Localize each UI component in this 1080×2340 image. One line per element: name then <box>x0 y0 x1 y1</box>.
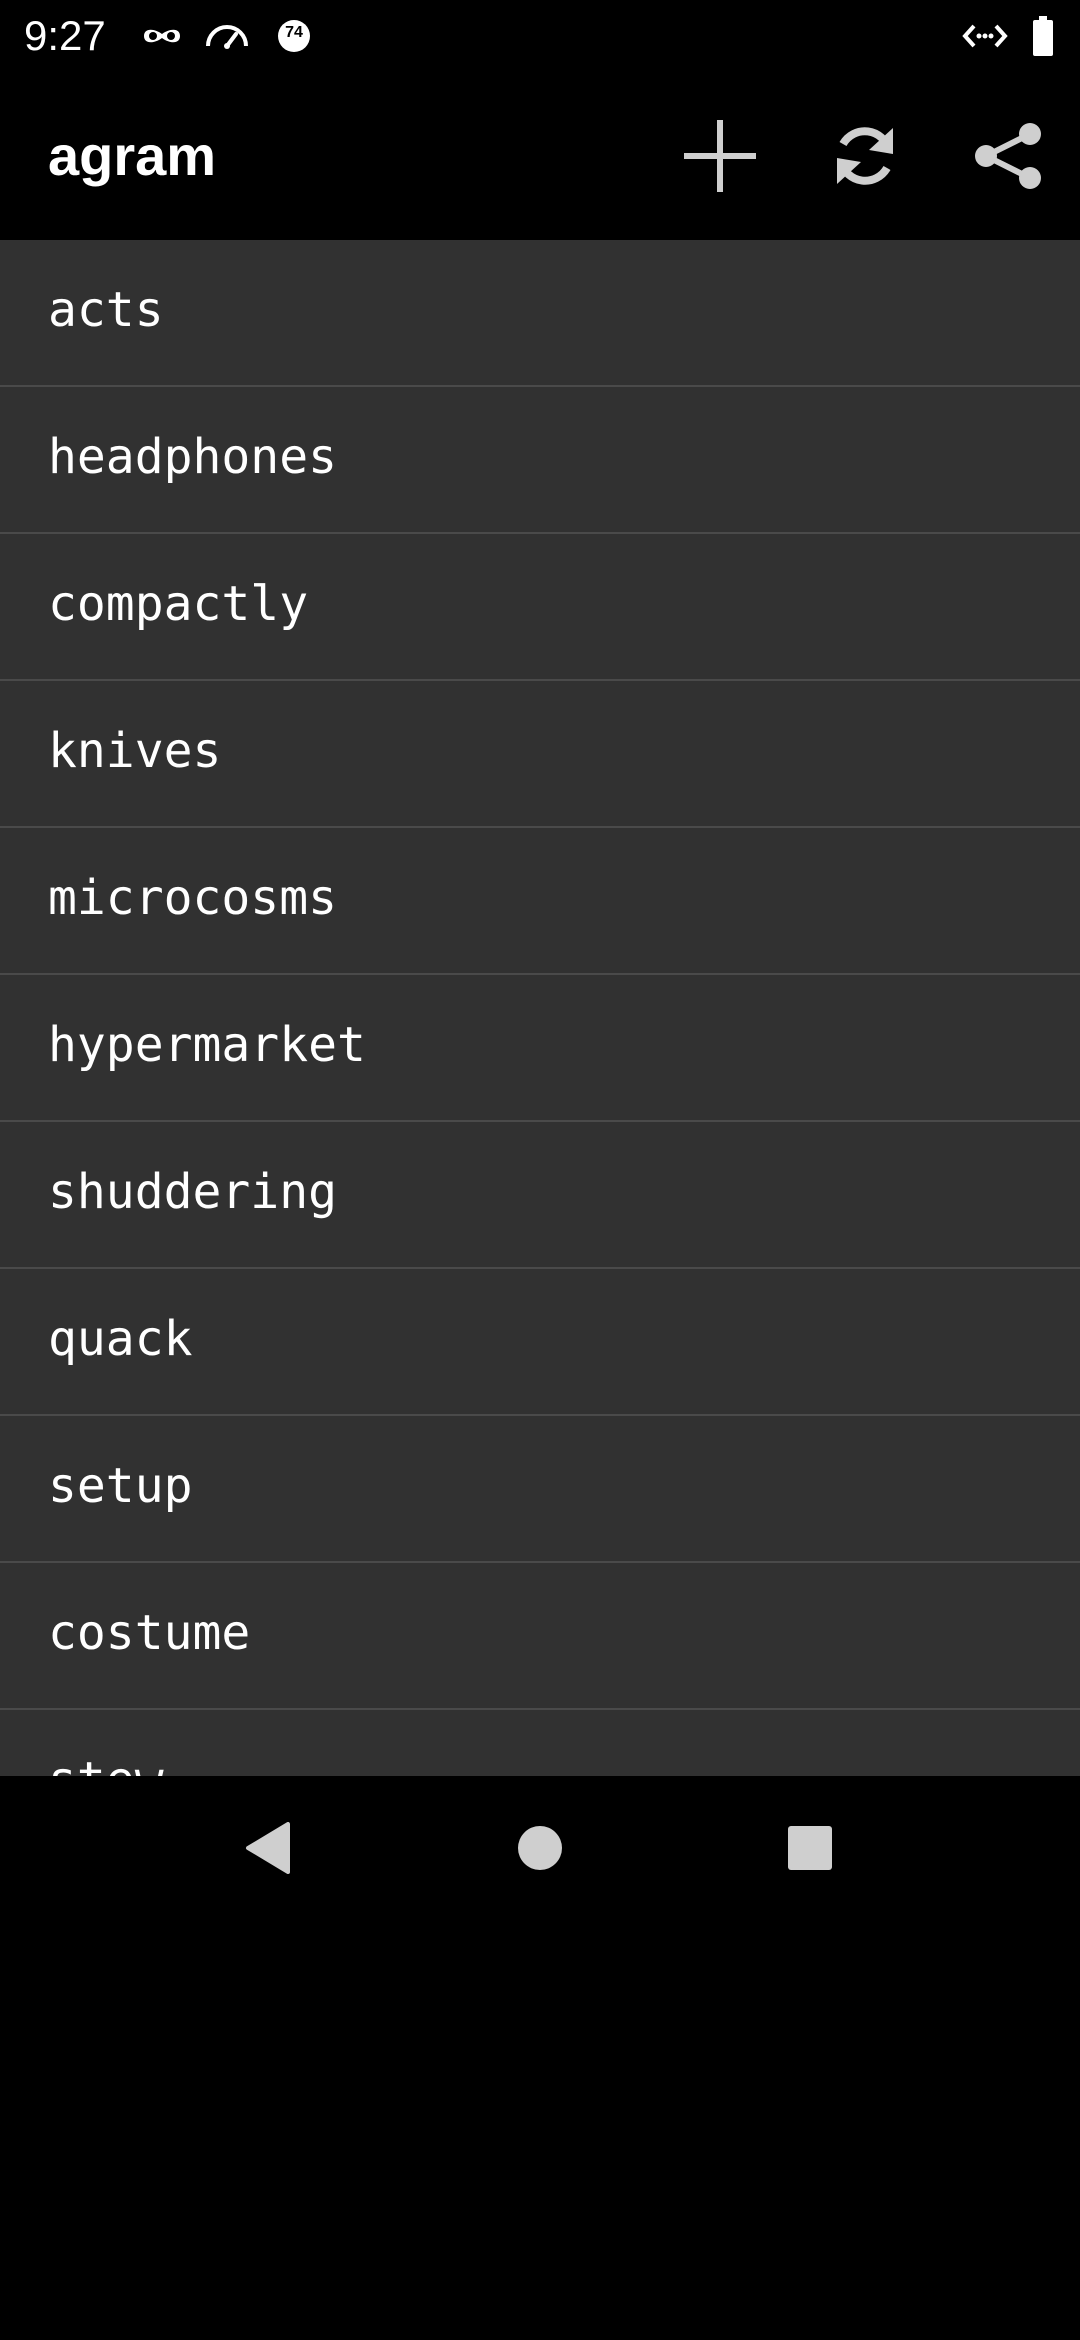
list-item-label: hypermarket <box>48 1017 366 1073</box>
list-item-label: setup <box>48 1458 193 1514</box>
list-item[interactable]: stew <box>0 1710 1080 1776</box>
list-item-label: stew <box>48 1750 164 1776</box>
list-item[interactable]: microcosms <box>0 828 1080 975</box>
list-item[interactable]: hypermarket <box>0 975 1080 1122</box>
empty-area <box>0 1920 1080 2340</box>
add-button[interactable] <box>672 108 768 204</box>
app-bar: agram <box>0 72 1080 240</box>
list-item[interactable]: quack <box>0 1269 1080 1416</box>
list-item[interactable]: setup <box>0 1416 1080 1563</box>
status-time: 9:27 <box>24 12 106 59</box>
list-item-label: quack <box>48 1311 193 1367</box>
list-item-label: acts <box>48 282 164 338</box>
navigation-bar <box>0 1776 1080 1920</box>
list-item[interactable]: acts <box>0 240 1080 387</box>
list-item-label: shuddering <box>48 1164 337 1220</box>
refresh-button[interactable] <box>817 108 913 204</box>
list-item-label: costume <box>48 1605 251 1661</box>
list-item-label: microcosms <box>48 870 337 926</box>
incognito-icon <box>144 29 180 43</box>
refresh-icon <box>837 127 893 185</box>
list-item[interactable]: costume <box>0 1563 1080 1710</box>
list-item[interactable]: compactly <box>0 534 1080 681</box>
battery-icon <box>1033 16 1053 56</box>
battery-saver-badge: 74 <box>285 24 303 41</box>
share-icon <box>975 123 1041 189</box>
speedometer-icon <box>206 25 248 49</box>
add-icon <box>684 120 756 192</box>
share-button[interactable] <box>960 108 1056 204</box>
list-item-label: knives <box>48 723 222 779</box>
home-icon <box>518 1826 562 1870</box>
word-list[interactable]: acts headphones compactly knives microco… <box>0 240 1080 1776</box>
list-item-label: compactly <box>48 576 309 632</box>
list-item[interactable]: shuddering <box>0 1122 1080 1269</box>
back-button[interactable] <box>220 1800 316 1896</box>
status-bar: 9:27 74 <box>0 0 1080 72</box>
app-title: agram <box>48 124 217 187</box>
list-item[interactable]: knives <box>0 681 1080 828</box>
list-item[interactable]: headphones <box>0 387 1080 534</box>
dev-mode-icon <box>962 24 1008 48</box>
back-icon <box>246 1822 290 1874</box>
list-item-label: headphones <box>48 429 337 485</box>
recents-icon <box>788 1826 832 1870</box>
home-button[interactable] <box>492 1800 588 1896</box>
recents-button[interactable] <box>762 1800 858 1896</box>
